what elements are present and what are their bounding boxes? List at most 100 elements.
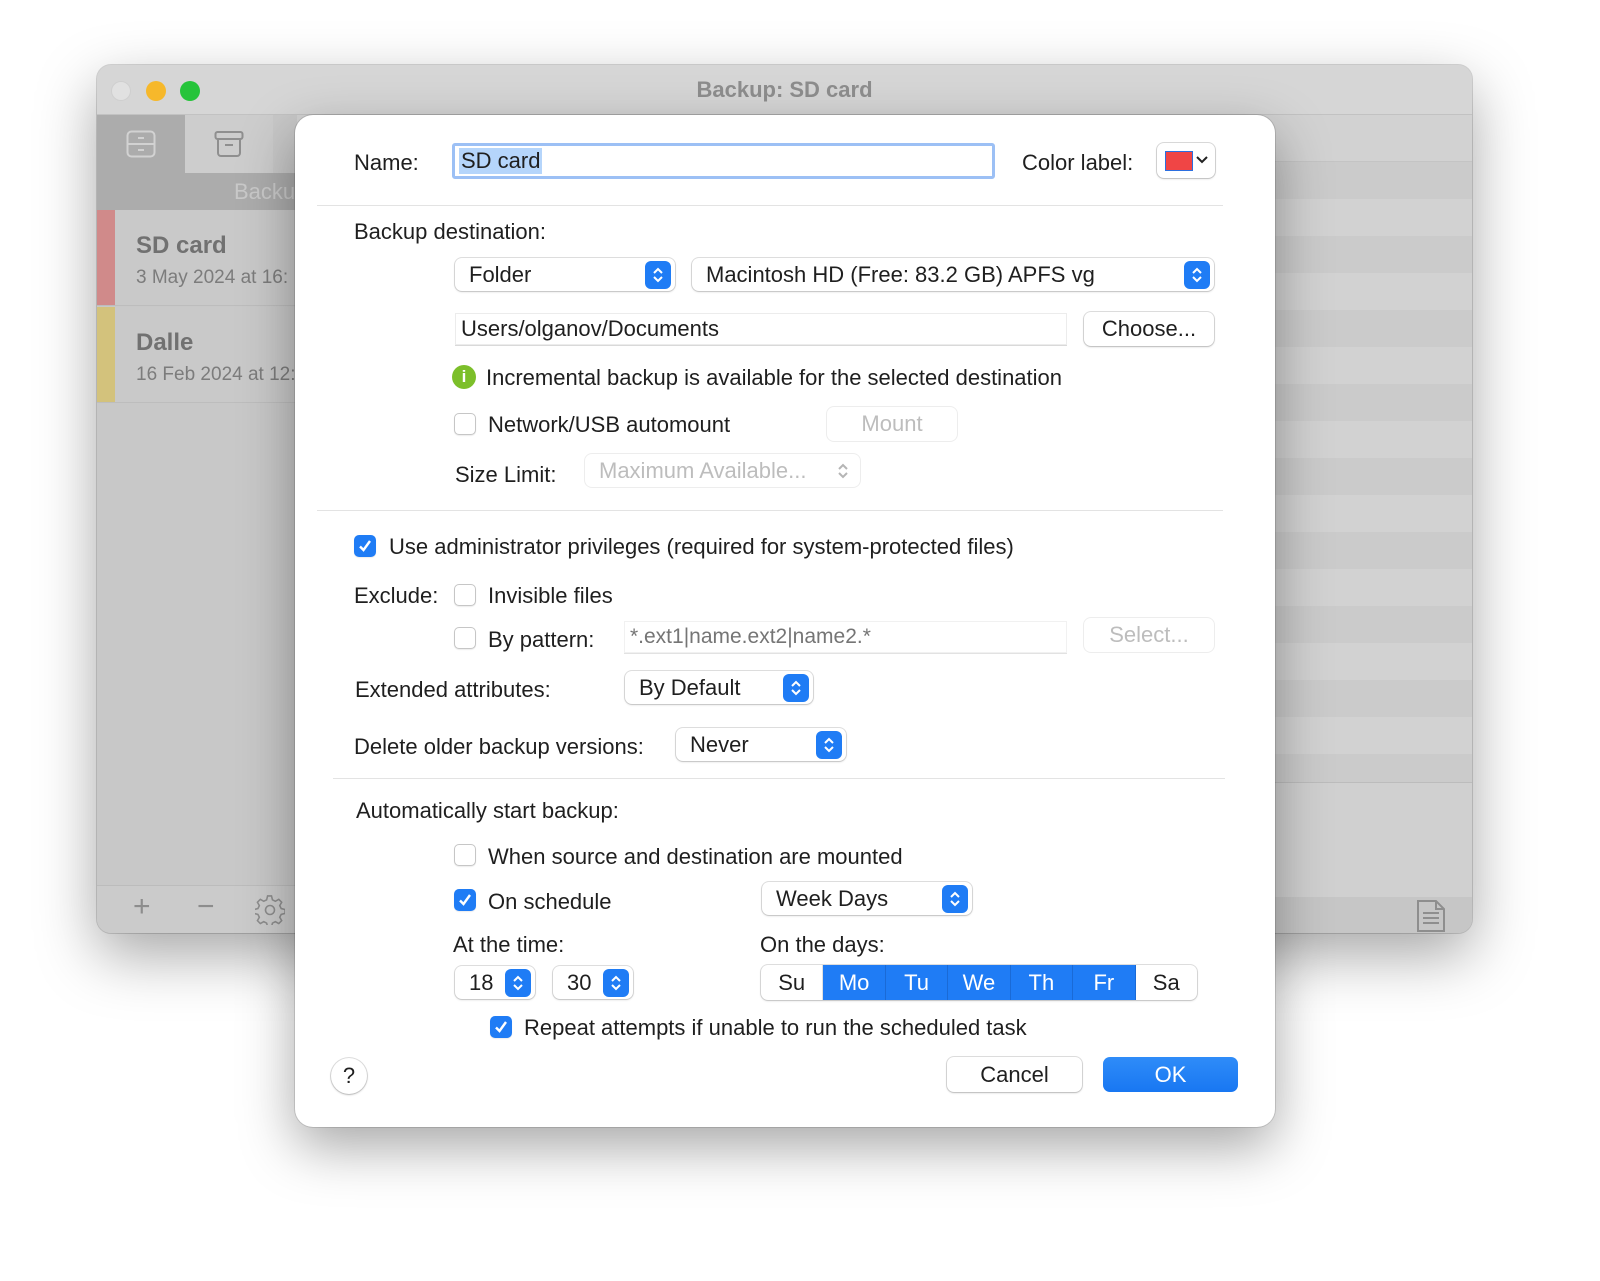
title-bar: Backup: SD card — [97, 65, 1472, 115]
extended-attributes-select[interactable]: By Default — [625, 671, 813, 704]
color-label-picker[interactable] — [1157, 143, 1215, 178]
days-of-week-selector: Su Mo Tu We Th Fr Sa — [761, 965, 1197, 1000]
backup-name: SD card — [136, 232, 227, 259]
minute-value: 30 — [567, 969, 592, 995]
extended-attributes-label: Extended attributes: — [355, 677, 551, 702]
invisible-files-checkbox[interactable] — [454, 584, 476, 606]
repeat-attempts-label: Repeat attempts if unable to run the sch… — [524, 1015, 1027, 1040]
sidebar-header: Backu — [97, 173, 297, 210]
day-toggle-tuesday[interactable]: Tu — [885, 965, 949, 1000]
info-icon: i — [452, 365, 476, 389]
color-label-label: Color label: — [1022, 150, 1134, 175]
select-stepper-icon — [783, 673, 809, 702]
when-mounted-label: When source and destination are mounted — [488, 844, 903, 869]
backup-name: Dalle — [136, 329, 194, 356]
destination-path-field[interactable]: Users/olganov/Documents — [455, 313, 1067, 346]
color-swatch — [1165, 151, 1193, 171]
on-schedule-label: On schedule — [488, 889, 612, 914]
invisible-files-label: Invisible files — [488, 583, 613, 608]
repeat-attempts-checkbox[interactable] — [490, 1016, 512, 1038]
chevron-down-icon — [1196, 156, 1208, 164]
automount-label: Network/USB automount — [488, 412, 731, 437]
admin-privileges-label: Use administrator privileges (required f… — [389, 534, 1014, 559]
backup-settings-dialog: Name: SD card Color label: Backup destin… — [295, 115, 1275, 1127]
when-mounted-checkbox[interactable] — [454, 844, 476, 866]
size-limit-label: Size Limit: — [455, 462, 557, 487]
backup-list-item[interactable]: SD card 3 May 2024 at 16: — [97, 210, 297, 306]
auto-start-label: Automatically start backup: — [356, 798, 619, 823]
days-label: On the days: — [760, 932, 885, 957]
day-toggle-wednesday[interactable]: We — [948, 965, 1011, 1000]
tab-archives[interactable] — [185, 115, 273, 173]
automount-checkbox[interactable] — [454, 413, 476, 435]
schedule-frequency-value: Week Days — [776, 885, 889, 911]
sidebar-footer: + − — [97, 885, 297, 933]
time-label: At the time: — [453, 932, 565, 957]
backup-destination-label: Backup destination: — [354, 219, 547, 244]
backup-list-item[interactable]: Dalle 16 Feb 2024 at 12: — [97, 307, 297, 403]
name-input-value: SD card — [459, 148, 543, 174]
sidebar: Backu SD card 3 May 2024 at 16: Dalle 16… — [97, 115, 297, 933]
delete-older-versions-value: Never — [690, 731, 749, 757]
name-input[interactable]: SD card — [452, 143, 995, 179]
mount-button[interactable]: Mount — [827, 407, 957, 441]
pattern-input[interactable] — [624, 621, 1067, 654]
day-toggle-saturday[interactable]: Sa — [1136, 965, 1197, 1000]
divider — [333, 778, 1225, 779]
gear-icon[interactable] — [255, 895, 285, 925]
ok-button[interactable]: OK — [1103, 1057, 1238, 1092]
on-schedule-checkbox[interactable] — [454, 889, 476, 911]
hour-stepper[interactable]: 18 — [455, 966, 535, 999]
day-toggle-sunday[interactable]: Su — [761, 965, 824, 1000]
color-label-stripe — [97, 210, 115, 305]
admin-privileges-checkbox[interactable] — [354, 535, 376, 557]
select-stepper-icon — [816, 730, 842, 759]
extended-attributes-value: By Default — [639, 674, 741, 700]
checkmark-icon — [495, 1021, 507, 1033]
select-stepper-icon — [830, 457, 856, 485]
cancel-button[interactable]: Cancel — [947, 1057, 1082, 1092]
destination-type-value: Folder — [469, 261, 532, 287]
schedule-frequency-select[interactable]: Week Days — [762, 882, 972, 915]
tab-backups[interactable] — [97, 115, 185, 173]
by-pattern-label: By pattern: — [488, 627, 595, 652]
size-limit-select[interactable]: Maximum Available... — [585, 454, 860, 487]
destination-volume-value: Macintosh HD (Free: 83.2 GB) APFS vg — [706, 261, 1095, 287]
archive-box-icon — [214, 131, 244, 157]
divider — [317, 205, 1223, 206]
stepper-arrows-icon[interactable] — [603, 968, 629, 997]
drawer-icon — [126, 130, 156, 158]
select-pattern-button[interactable]: Select... — [1084, 618, 1214, 652]
checkmark-icon — [359, 540, 371, 552]
destination-path-value: Users/olganov/Documents — [461, 316, 720, 341]
checkmark-icon — [459, 894, 471, 906]
stepper-arrows-icon[interactable] — [505, 968, 531, 997]
backup-date: 3 May 2024 at 16: — [136, 267, 289, 288]
help-button[interactable]: ? — [331, 1058, 367, 1094]
destination-volume-select[interactable]: Macintosh HD (Free: 83.2 GB) APFS vg — [692, 258, 1214, 291]
day-toggle-thursday[interactable]: Th — [1010, 965, 1074, 1000]
name-label: Name: — [354, 150, 419, 175]
by-pattern-checkbox[interactable] — [454, 627, 476, 649]
select-stepper-icon — [1184, 260, 1210, 289]
document-log-icon[interactable] — [1416, 899, 1446, 933]
size-limit-value: Maximum Available... — [599, 457, 807, 483]
backup-date: 16 Feb 2024 at 12: — [136, 364, 296, 385]
select-stepper-icon — [645, 260, 671, 289]
delete-older-versions-label: Delete older backup versions: — [354, 734, 644, 759]
remove-backup-button[interactable]: − — [197, 892, 215, 922]
hour-value: 18 — [469, 969, 494, 995]
add-backup-button[interactable]: + — [133, 892, 151, 922]
incremental-info-text: Incremental backup is available for the … — [486, 365, 1063, 390]
divider — [317, 510, 1223, 511]
delete-older-versions-select[interactable]: Never — [676, 728, 846, 761]
color-label-stripe — [97, 307, 115, 402]
minute-stepper[interactable]: 30 — [553, 966, 633, 999]
exclude-label: Exclude: — [354, 583, 439, 608]
window-title: Backup: SD card — [696, 77, 873, 102]
destination-type-select[interactable]: Folder — [455, 258, 675, 291]
day-toggle-monday[interactable]: Mo — [823, 965, 886, 1000]
day-toggle-friday[interactable]: Fr — [1073, 965, 1136, 1000]
choose-button[interactable]: Choose... — [1084, 312, 1214, 346]
select-stepper-icon — [942, 884, 968, 913]
